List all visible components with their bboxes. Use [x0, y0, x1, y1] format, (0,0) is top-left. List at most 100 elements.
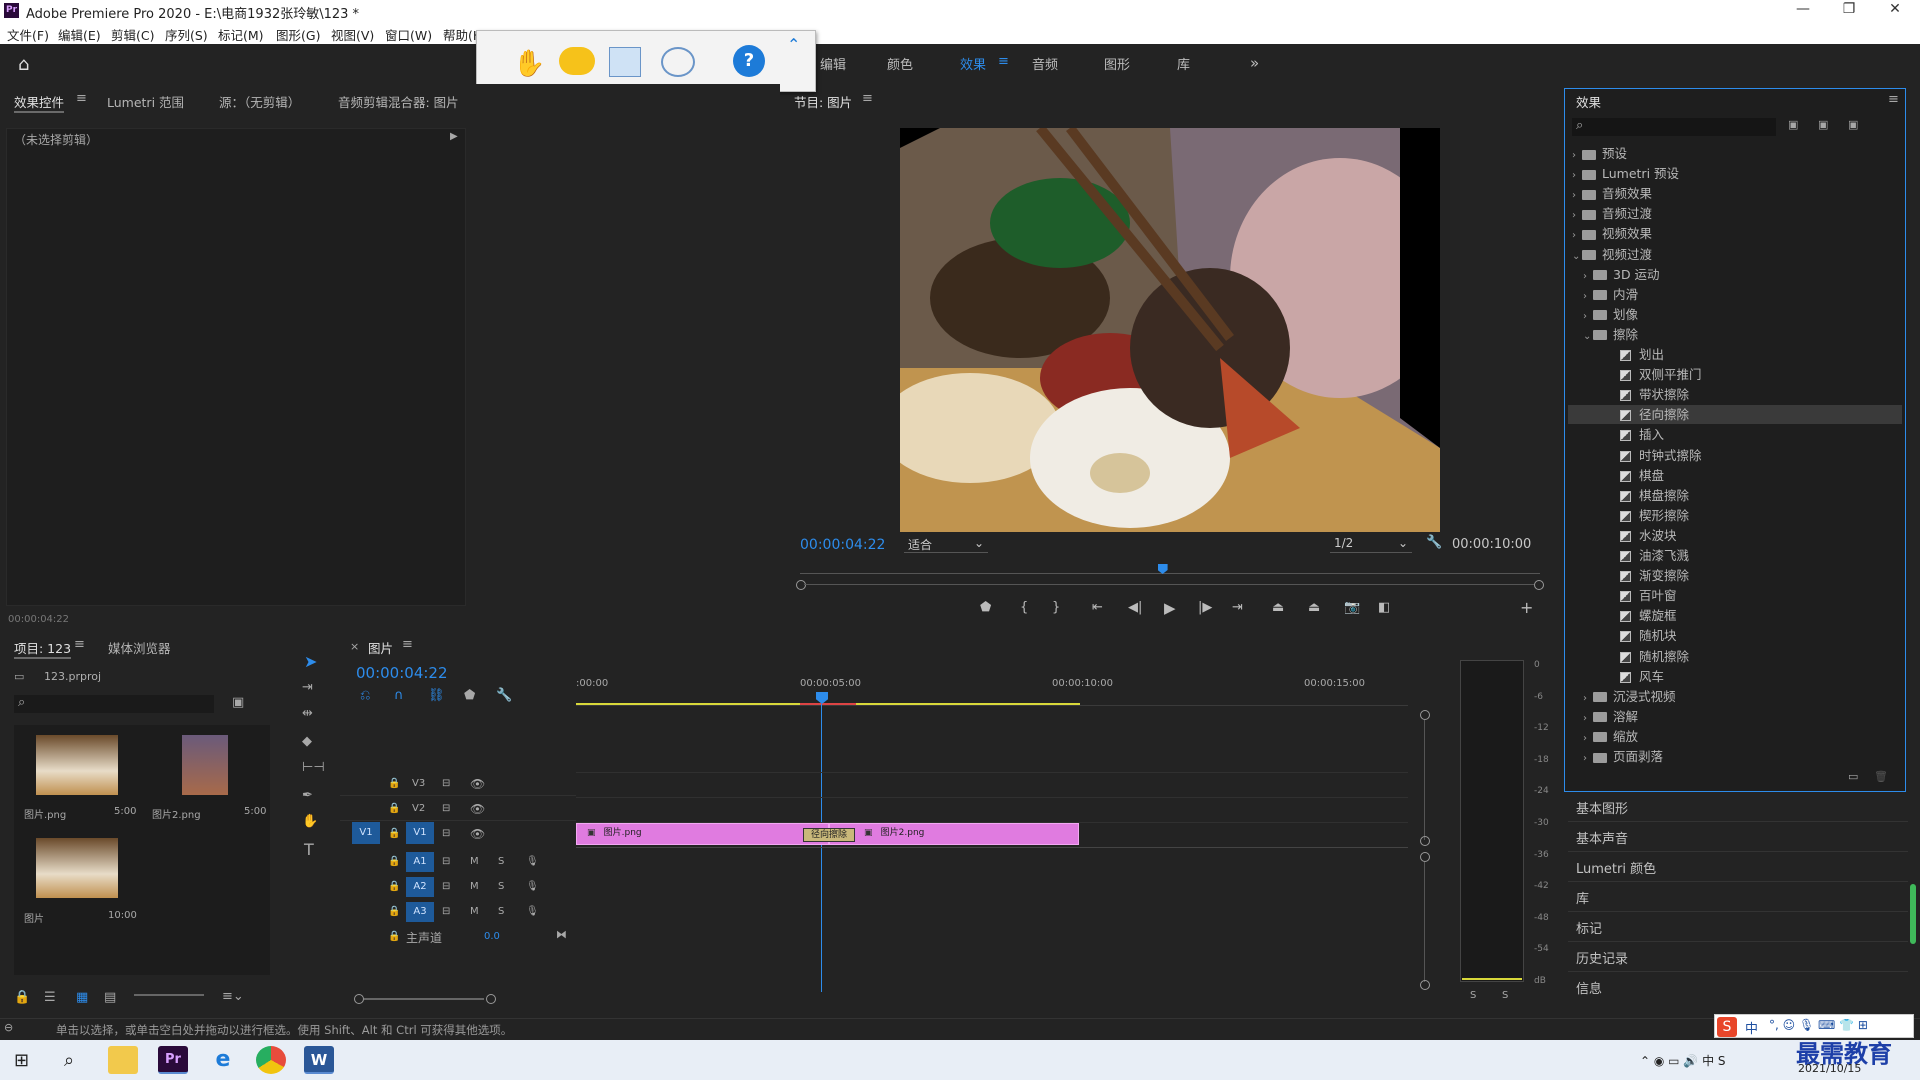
compare-icon[interactable]: ◧: [1378, 600, 1390, 615]
effect-item[interactable]: 螺旋框: [1594, 606, 1902, 625]
v-scroll-handle[interactable]: [1420, 836, 1430, 846]
track-label-v3[interactable]: V3: [412, 778, 425, 789]
workspace-color[interactable]: 颜色: [887, 54, 913, 73]
menu-edit[interactable]: 编辑(E): [58, 25, 101, 44]
resolution-dropdown[interactable]: 1/2 ⌄: [1330, 534, 1412, 553]
track-label-v2[interactable]: V2: [412, 803, 425, 814]
effect-item[interactable]: 渐变擦除: [1594, 566, 1902, 585]
v-scroll-handle[interactable]: [1420, 710, 1430, 720]
master-volume-value[interactable]: 0.0: [484, 931, 500, 942]
effect-folder[interactable]: › 视频效果: [1572, 224, 1902, 243]
yuv-effects-icon[interactable]: ▣: [1848, 118, 1858, 131]
slip-tool-icon[interactable]: ⊢⊣: [302, 760, 325, 775]
delete-icon[interactable]: 🗑: [1874, 770, 1888, 783]
tab-menu-icon[interactable]: ≡: [76, 91, 87, 106]
chevron-right-icon[interactable]: ›: [1583, 287, 1593, 306]
section-lumetri-color[interactable]: Lumetri 颜色: [1568, 854, 1908, 882]
solo-right-button[interactable]: S: [1502, 990, 1508, 1001]
eye-icon[interactable]: 👁: [470, 802, 485, 816]
accelerated-effects-icon[interactable]: ▣: [1788, 118, 1798, 131]
sync-lock-icon[interactable]: ⊟: [442, 881, 450, 892]
help-icon[interactable]: ?: [733, 45, 765, 77]
hand-tool-icon[interactable]: ✋: [302, 814, 318, 829]
effect-folder[interactable]: › 音频效果: [1572, 184, 1902, 203]
effect-folder[interactable]: › 内滑: [1583, 285, 1902, 304]
tab-media-browser[interactable]: 媒体浏览器: [108, 638, 171, 657]
section-libraries[interactable]: 库: [1568, 884, 1908, 912]
windows-start-icon[interactable]: ⊞: [14, 1050, 29, 1071]
mic-icon[interactable]: 🎙: [526, 856, 539, 867]
export-frame-icon[interactable]: 📷: [1344, 600, 1360, 615]
mic-icon[interactable]: 🎙: [526, 881, 539, 892]
chrome-icon[interactable]: [256, 1046, 286, 1074]
razor-tool-icon[interactable]: ◆: [302, 734, 312, 749]
track-label-a1[interactable]: A1: [406, 852, 434, 872]
h-scroll-track[interactable]: [364, 998, 484, 1000]
h-scroll-handle[interactable]: [486, 994, 496, 1004]
track-label-a2[interactable]: A2: [406, 877, 434, 897]
search-icon[interactable]: ⌕: [64, 1050, 74, 1071]
zoom-search-icon[interactable]: [661, 47, 695, 77]
effect-folder[interactable]: › 预设: [1572, 144, 1902, 163]
timeline-ruler[interactable]: [576, 672, 1408, 706]
ime-mode[interactable]: 中: [1745, 1018, 1758, 1037]
track-label-v1[interactable]: V1: [406, 822, 434, 844]
tab-audio-mixer[interactable]: 音频剪辑混合器: 图片: [338, 92, 459, 111]
zoom-bar[interactable]: [804, 584, 1534, 585]
extract-icon[interactable]: ⏏: [1308, 600, 1320, 615]
new-bin-icon[interactable]: ▣: [232, 695, 244, 710]
mic-icon[interactable]: 🎙: [526, 906, 539, 917]
button-editor-icon[interactable]: +: [1520, 598, 1533, 617]
new-folder-icon[interactable]: ▭: [1848, 770, 1858, 783]
effect-item[interactable]: 油漆飞溅: [1594, 546, 1902, 565]
ime-tools-icon[interactable]: °, ☺ 🎙 ⌨ 👕 ⊞: [1769, 1018, 1868, 1032]
menu-clip[interactable]: 剪辑(C): [111, 25, 154, 44]
track-lock-icon[interactable]: 🔒: [388, 778, 400, 789]
chevron-right-icon[interactable]: ›: [1572, 146, 1582, 165]
workspace-audio[interactable]: 音频: [1032, 54, 1058, 73]
step-forward-icon[interactable]: |▶: [1198, 600, 1212, 615]
freeform-view-icon[interactable]: ▤: [104, 990, 116, 1005]
effect-item[interactable]: 划出: [1594, 345, 1902, 364]
chevron-right-icon[interactable]: ›: [1583, 749, 1593, 768]
workspace-libraries[interactable]: 库: [1177, 54, 1190, 73]
chevron-right-icon[interactable]: ›: [1572, 226, 1582, 245]
close-button[interactable]: ✕: [1872, 1, 1918, 21]
tab-sequence[interactable]: 图片: [368, 638, 393, 657]
track-lock-icon[interactable]: 🔒: [388, 828, 400, 839]
workspace-menu-icon[interactable]: ≡: [998, 54, 1009, 69]
master-expand-icon[interactable]: ⧓: [556, 928, 567, 941]
32bit-effects-icon[interactable]: ▣: [1818, 118, 1828, 131]
chevron-right-icon[interactable]: ›: [1583, 689, 1593, 708]
zoom-handle-left[interactable]: [796, 580, 806, 590]
a-scroll-handle[interactable]: [1420, 852, 1430, 862]
mute-button[interactable]: M: [470, 881, 479, 892]
mute-button[interactable]: M: [470, 906, 479, 917]
side-scrollbar[interactable]: [1910, 884, 1916, 944]
wrench-icon[interactable]: 🔧: [1426, 535, 1442, 550]
go-to-in-icon[interactable]: ⇤: [1092, 600, 1103, 615]
file-explorer-icon[interactable]: [108, 1046, 138, 1074]
track-lock-icon[interactable]: 🔒: [388, 803, 400, 814]
tab-lumetri-scopes[interactable]: Lumetri 范围: [107, 92, 184, 111]
track-lock-icon[interactable]: 🔒: [388, 931, 400, 942]
list-view-icon[interactable]: ☰: [44, 990, 56, 1005]
effect-folder[interactable]: › 溶解: [1583, 707, 1902, 726]
effect-folder[interactable]: › 3D 运动: [1583, 265, 1902, 284]
h-scroll-handle[interactable]: [354, 994, 364, 1004]
project-menu-icon[interactable]: ≡: [74, 637, 85, 652]
effects-search-input[interactable]: ⌕: [1572, 118, 1776, 136]
sogou-logo-icon[interactable]: S: [1717, 1017, 1737, 1037]
chevron-right-icon[interactable]: ›: [1572, 166, 1582, 185]
sequence-menu-icon[interactable]: ≡: [402, 637, 413, 652]
edge-icon[interactable]: e: [208, 1046, 238, 1074]
transition-radial-wipe[interactable]: 径向擦除: [803, 828, 855, 842]
track-lock-icon[interactable]: 🔒: [388, 881, 400, 892]
v-scroll-track[interactable]: [1424, 720, 1425, 840]
section-info[interactable]: 信息: [1568, 974, 1908, 1002]
effect-item[interactable]: 插入: [1594, 425, 1902, 444]
expand-arrow-icon[interactable]: ▶: [450, 131, 458, 142]
thumbnail-zoom-slider[interactable]: [134, 994, 204, 996]
menu-sequence[interactable]: 序列(S): [165, 25, 208, 44]
solo-button[interactable]: S: [498, 906, 504, 917]
